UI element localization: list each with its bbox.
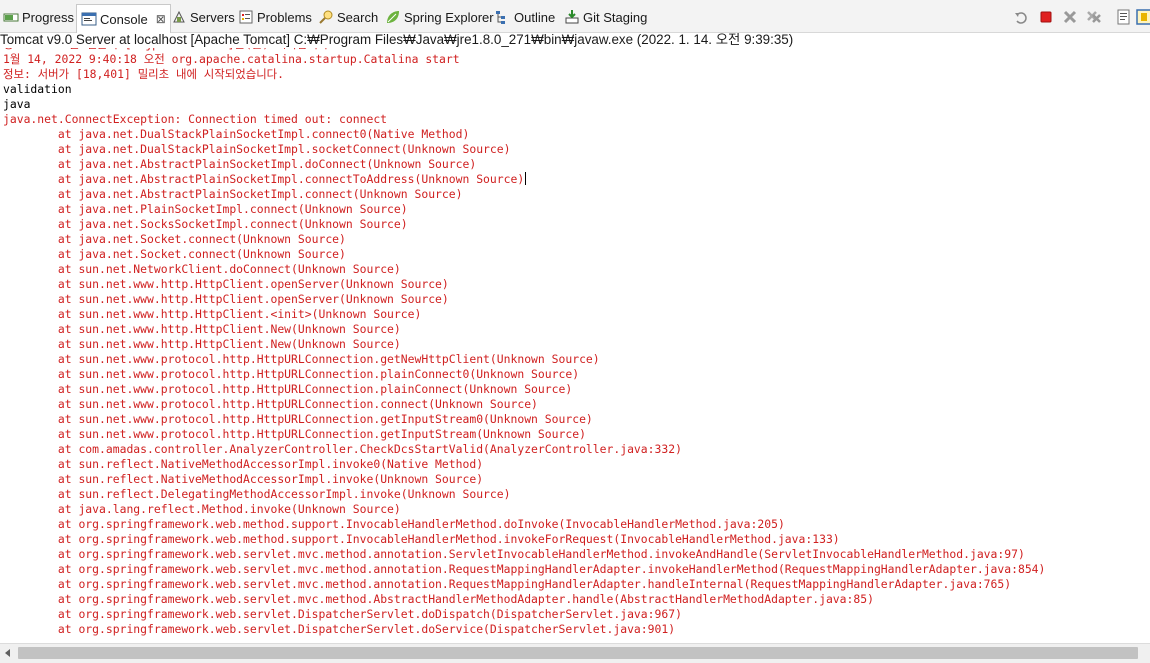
console-line: at sun.net.www.protocol.http.HttpURLConn… [3,367,580,381]
console-line: at java.net.Socket.connect(Unknown Sourc… [3,247,346,261]
console-line: at sun.net.www.protocol.http.HttpURLConn… [3,382,573,396]
progress-icon [3,9,19,25]
console-line: at org.springframework.web.servlet.Dispa… [3,622,676,636]
console-line: at org.springframework.web.servlet.Dispa… [3,607,682,621]
tab-git-staging[interactable]: Git Staging [564,3,647,31]
tab-label: Progress [22,9,75,25]
console-text: 정보: 프로토콜 핸들러 ["ajp-nio-8009"]을(를) 시작합니다.… [0,48,1150,637]
console-line: java.net.ConnectException: Connection ti… [3,112,388,126]
scroll-left-icon[interactable] [5,649,10,657]
tab-spring-explorer[interactable]: Spring Explorer [385,3,494,31]
console-line: at org.springframework.web.servlet.mvc.m… [3,562,1046,576]
show-on-output-icon[interactable] [1136,9,1150,25]
tab-label: Console [100,11,148,27]
close-icon[interactable]: ⊠ [156,12,166,26]
view-tab-bar: Progress Console ⊠ Servers Problems Sear… [0,0,1150,33]
tab-label: Git Staging [583,9,648,25]
console-line: java [3,97,31,111]
console-line: at sun.net.NetworkClient.doConnect(Unkno… [3,262,401,276]
console-line: at sun.net.www.protocol.http.HttpURLConn… [3,397,538,411]
horizontal-scrollbar[interactable] [0,643,1150,663]
tab-console[interactable]: Console ⊠ [76,4,171,33]
tab-search[interactable]: Search [318,3,378,31]
console-line: at sun.net.www.http.HttpClient.openServe… [3,292,449,306]
console-line: at sun.net.www.http.HttpClient.New(Unkno… [3,337,401,351]
console-toolbar [1006,8,1150,26]
tab-label: Problems [257,9,312,25]
console-line: at org.springframework.web.method.suppor… [3,532,840,546]
tab-label: Search [337,9,379,25]
console-line: at sun.reflect.NativeMethodAccessorImpl.… [3,472,484,486]
console-line: at sun.reflect.NativeMethodAccessorImpl.… [3,457,484,471]
console-line: at java.net.AbstractPlainSocketImpl.doCo… [3,157,477,171]
remove-launch-icon[interactable] [1062,9,1078,25]
tab-servers[interactable]: Servers [171,3,235,31]
servers-icon [171,9,187,25]
console-line: at sun.reflect.DelegatingMethodAccessorI… [3,487,511,501]
console-line: at java.net.AbstractPlainSocketImpl.conn… [3,172,527,186]
tab-label: Spring Explorer [404,9,494,25]
console-line: at java.net.DualStackPlainSocketImpl.con… [3,127,470,141]
text-caret [525,172,527,185]
console-line: at org.springframework.web.servlet.mvc.m… [3,592,874,606]
console-line: at java.net.PlainSocketImpl.connect(Unkn… [3,202,408,216]
console-line: at java.net.DualStackPlainSocketImpl.soc… [3,142,511,156]
console-line: at java.net.SocksSocketImpl.connect(Unkn… [3,217,408,231]
console-line: at sun.net.www.http.HttpClient.openServe… [3,277,449,291]
console-line: validation [3,82,72,96]
tab-progress[interactable]: Progress [3,3,74,31]
tab-problems[interactable]: Problems [238,3,312,31]
console-output[interactable]: 정보: 프로토콜 핸들러 ["ajp-nio-8009"]을(를) 시작합니다.… [0,48,1150,643]
console-line: 정보: 서버가 [18,401] 밀리초 내에 시작되었습니다. [3,67,285,81]
scroll-lock-icon[interactable] [1116,9,1132,25]
remove-all-terminated-icon[interactable] [1086,9,1102,25]
console-line: at org.springframework.web.servlet.mvc.m… [3,547,1025,561]
console-line: at com.amadas.controller.AnalyzerControl… [3,442,682,456]
console-line: at sun.net.www.protocol.http.HttpURLConn… [3,427,586,441]
console-line: at java.net.AbstractPlainSocketImpl.conn… [3,187,463,201]
tab-label: Servers [190,9,235,25]
console-line: at org.springframework.web.method.suppor… [3,517,785,531]
spring-explorer-icon [385,9,401,25]
console-line: at sun.net.www.protocol.http.HttpURLConn… [3,412,593,426]
tab-outline[interactable]: Outline [495,3,555,31]
pin-icon[interactable] [1014,9,1030,25]
problems-icon [238,9,254,25]
console-line: at java.net.Socket.connect(Unknown Sourc… [3,232,346,246]
terminate-icon[interactable] [1038,9,1054,25]
console-description: Tomcat v9.0 Server at localhost [Apache … [0,33,794,47]
console-line: 1월 14, 2022 9:40:18 오전 org.apache.catali… [3,52,460,66]
console-line: at sun.net.www.protocol.http.HttpURLConn… [3,352,600,366]
console-line: at sun.net.www.http.HttpClient.<init>(Un… [3,307,422,321]
console-line: at java.lang.reflect.Method.invoke(Unkno… [3,502,401,516]
scrollbar-thumb[interactable] [18,647,1138,659]
console-line: at org.springframework.web.servlet.mvc.m… [3,577,1012,591]
search-icon [318,9,334,25]
tab-label: Outline [514,9,556,25]
console-icon [81,11,97,27]
outline-icon [495,9,511,25]
console-line: at sun.net.www.http.HttpClient.New(Unkno… [3,322,401,336]
git-staging-icon [564,9,580,25]
